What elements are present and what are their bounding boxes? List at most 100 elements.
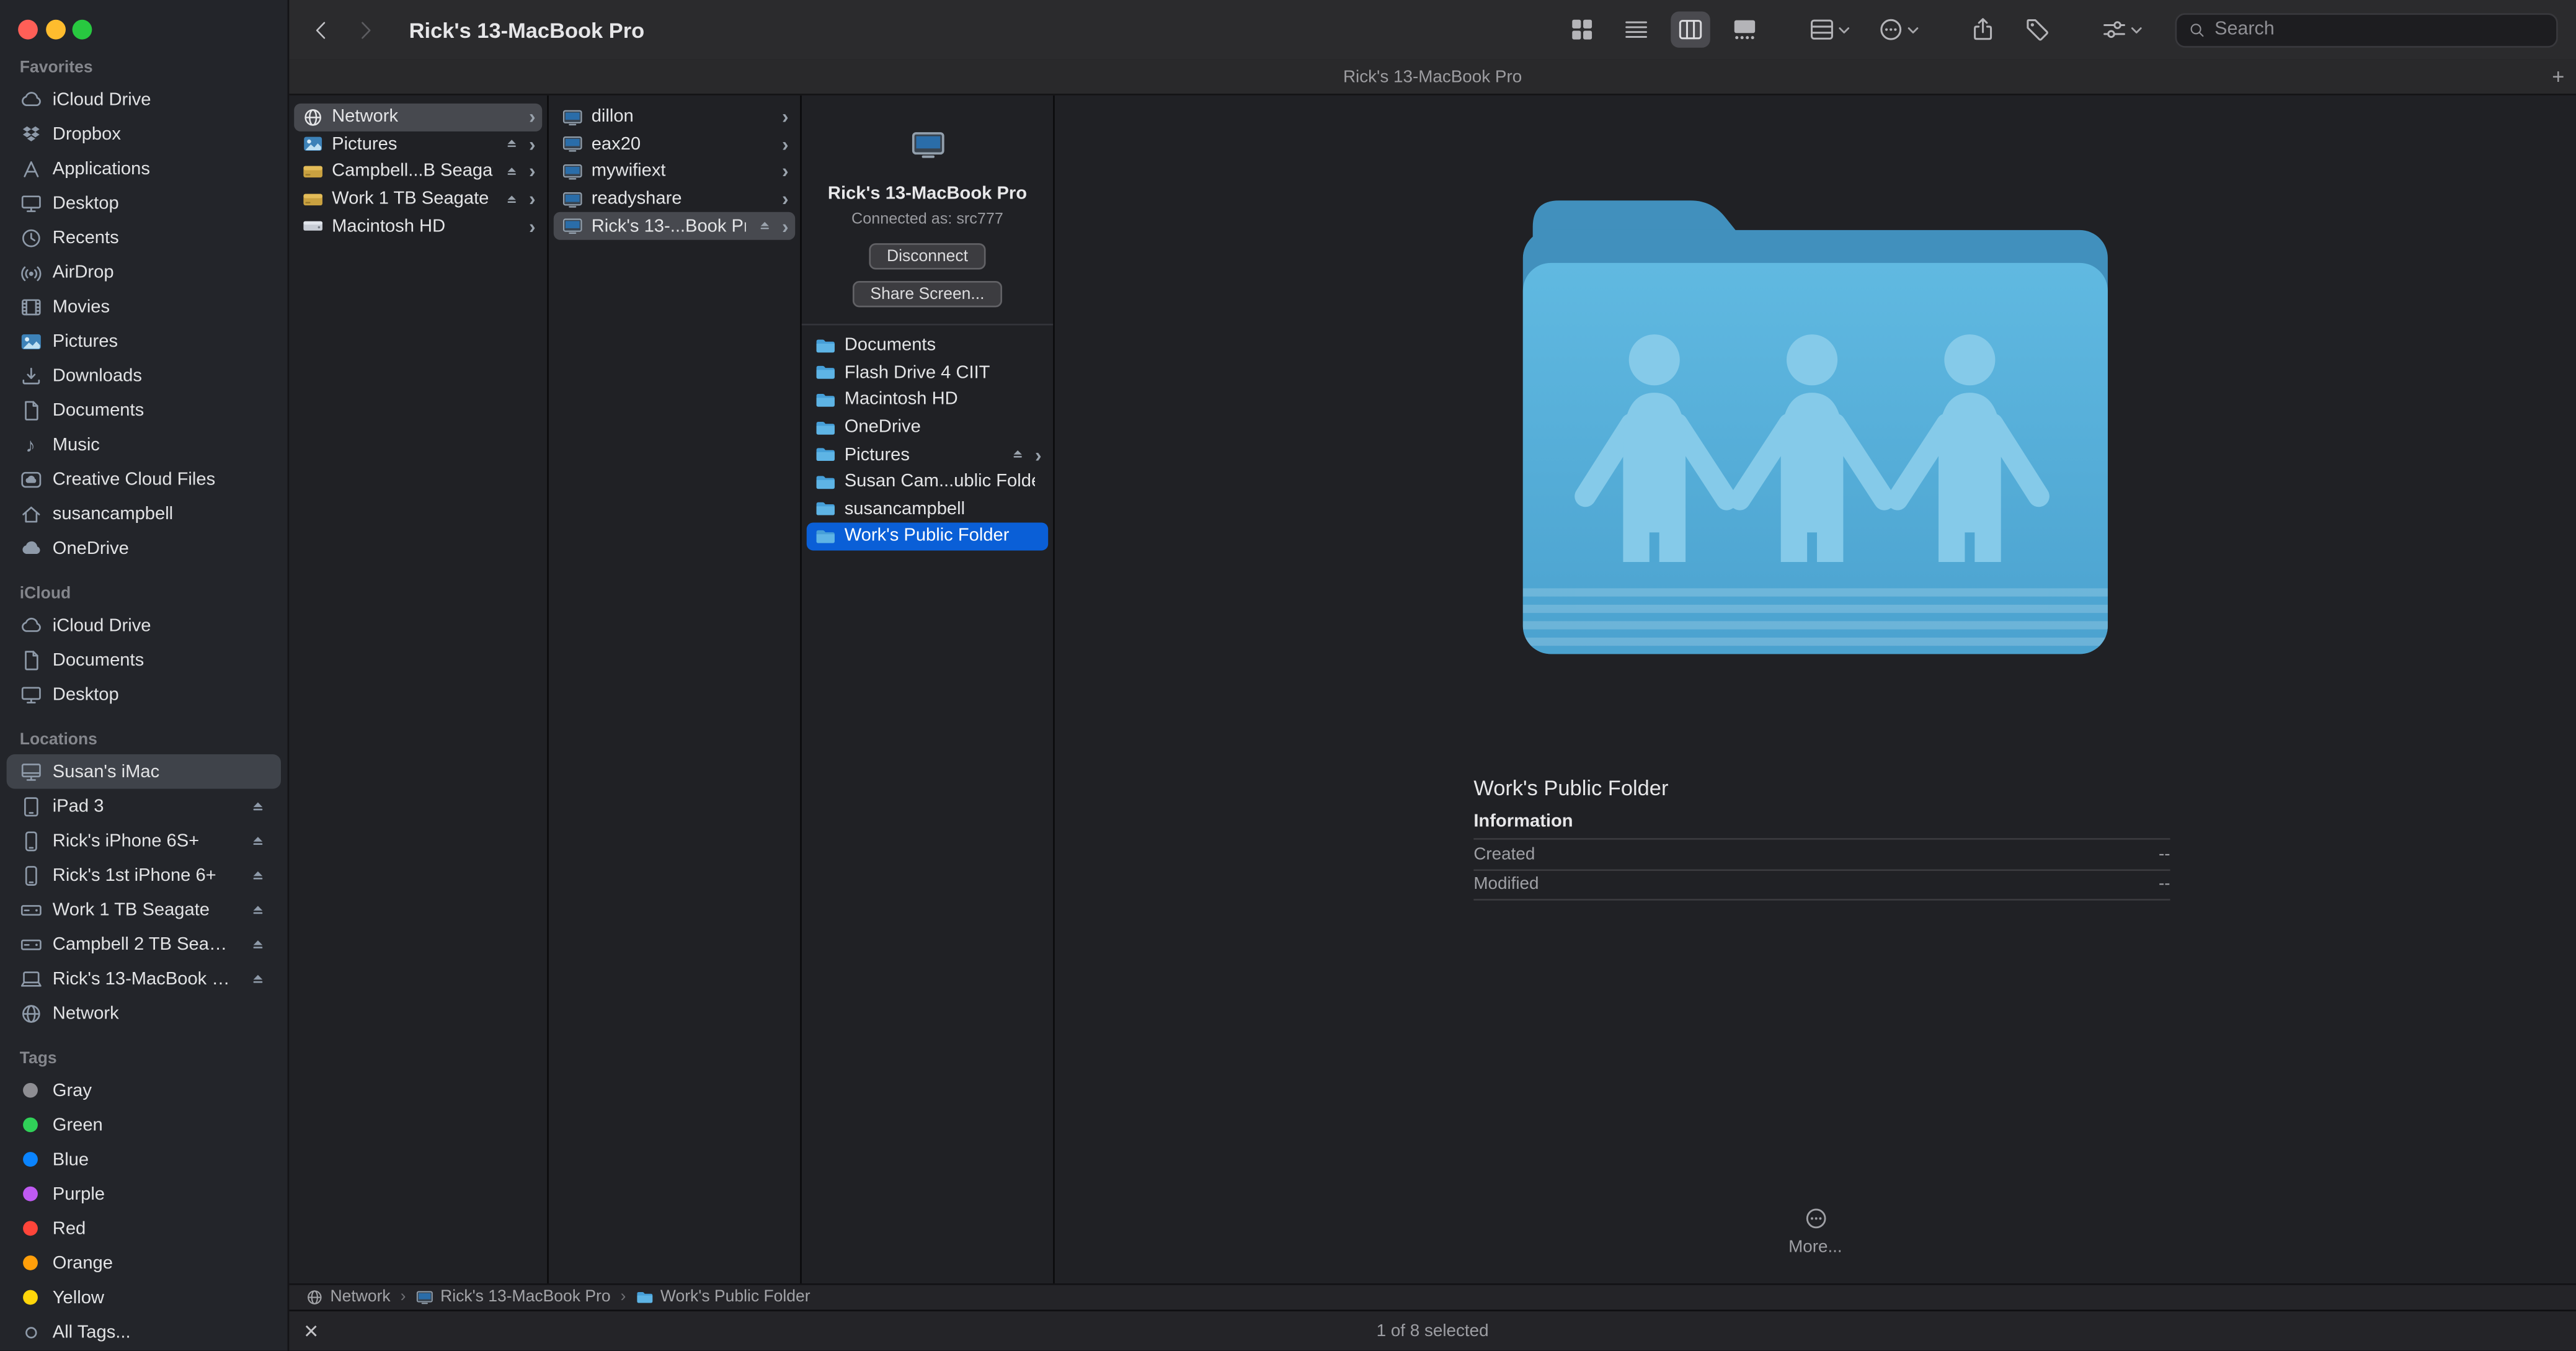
tag-button[interactable] bbox=[2017, 12, 2057, 48]
sidebar-item-label: Applications bbox=[52, 158, 150, 179]
sidebar-item-gray[interactable]: Gray bbox=[7, 1073, 281, 1108]
file-item-documents[interactable]: Documents bbox=[807, 332, 1048, 359]
sidebar-item-downloads[interactable]: Downloads bbox=[7, 359, 281, 393]
sidebar-item-red[interactable]: Red bbox=[7, 1211, 281, 1246]
document-icon bbox=[16, 648, 44, 671]
sidebar-item-rick-s-iphone-6s[interactable]: Rick's iPhone 6S+ bbox=[7, 823, 281, 858]
sidebar-item-desktop[interactable]: Desktop bbox=[7, 185, 281, 220]
file-item-eax20[interactable]: eax20 › bbox=[554, 131, 795, 158]
sidebar-item-label: Creative Cloud Files bbox=[52, 469, 216, 489]
sidebar-item-music[interactable]: ♪ Music bbox=[7, 427, 281, 462]
sidebar-item-ipad-3[interactable]: iPad 3 bbox=[7, 789, 281, 824]
sidebar-item-green[interactable]: Green bbox=[7, 1108, 281, 1143]
search-input[interactable] bbox=[2214, 19, 2545, 40]
sidebar-item-pictures[interactable]: Pictures bbox=[7, 324, 281, 359]
home-icon bbox=[16, 502, 44, 525]
cloud-icon bbox=[16, 613, 44, 636]
sidebar-item-onedrive[interactable]: OneDrive bbox=[7, 531, 281, 566]
row-accessories: › bbox=[499, 189, 536, 209]
file-item-network[interactable]: Network › bbox=[294, 103, 543, 131]
file-item-campbell-b-seagate[interactable]: Campbell...B Seagate › bbox=[294, 158, 542, 185]
row-accessories: › bbox=[782, 189, 789, 209]
sidebar-item-work-1-tb-seagate[interactable]: Work 1 TB Seagate bbox=[7, 893, 281, 927]
sidebar-item-rick-s-13-macbook-pro[interactable]: Rick's 13-MacBook Pro bbox=[7, 961, 281, 996]
sidebar-item-recents[interactable]: Recents bbox=[7, 220, 281, 255]
file-item-label: Rick's 13-...Book Pro bbox=[591, 216, 746, 236]
file-item-macintosh-hd[interactable]: Macintosh HD bbox=[807, 386, 1048, 414]
file-item-susan-cam-ublic-folder[interactable]: Susan Cam...ublic Folder bbox=[807, 468, 1048, 496]
sidebar-item-label: All Tags... bbox=[52, 1322, 131, 1342]
file-item-dillon[interactable]: dillon › bbox=[554, 104, 795, 131]
chevron-right-icon: › bbox=[782, 215, 789, 238]
sidebar-item-label: OneDrive bbox=[52, 538, 129, 558]
new-tab-button[interactable]: + bbox=[2552, 66, 2564, 87]
sidebar-item-susan-s-imac[interactable]: Susan's iMac bbox=[6, 754, 282, 789]
close-icon[interactable]: × bbox=[304, 1319, 318, 1344]
search-field[interactable] bbox=[2175, 12, 2558, 47]
file-item-pictures[interactable]: Pictures › bbox=[294, 131, 542, 158]
sidebar-item-all-tags[interactable]: All Tags... bbox=[7, 1314, 281, 1349]
close-window-button[interactable] bbox=[18, 19, 38, 40]
sidebar-item-dropbox[interactable]: Dropbox bbox=[7, 117, 281, 151]
sliders-button[interactable] bbox=[2095, 12, 2149, 48]
view-columns-button[interactable] bbox=[1671, 11, 1710, 48]
more-section[interactable]: More... bbox=[1055, 1206, 2576, 1257]
view-grid-button[interactable] bbox=[1562, 12, 1602, 48]
share-screen-button[interactable]: Share Screen... bbox=[852, 281, 1003, 308]
sidebar-item-label: Blue bbox=[52, 1149, 89, 1169]
file-item-work-1-tb-seagate[interactable]: Work 1 TB Seagate › bbox=[294, 185, 542, 213]
back-button[interactable] bbox=[311, 17, 331, 42]
file-item-mywifiext[interactable]: mywifiext › bbox=[554, 158, 795, 185]
sidebar-item-documents[interactable]: Documents bbox=[7, 643, 281, 677]
sidebar-item-icloud-drive[interactable]: iCloud Drive bbox=[7, 82, 281, 117]
sidebar-item-airdrop[interactable]: AirDrop bbox=[7, 255, 281, 290]
file-item-rick-s-13-book-pro[interactable]: Rick's 13-...Book Pro › bbox=[553, 212, 796, 240]
sidebar-item-icloud-drive[interactable]: iCloud Drive bbox=[7, 608, 281, 643]
forward-button[interactable] bbox=[357, 17, 376, 42]
sidebar-item-desktop[interactable]: Desktop bbox=[7, 677, 281, 711]
file-item-susancampbell[interactable]: susancampbell bbox=[807, 496, 1048, 523]
file-item-flash-drive-4-ciit[interactable]: Flash Drive 4 CIIT bbox=[807, 359, 1048, 386]
sidebar-item-susancampbell[interactable]: susancampbell bbox=[7, 496, 281, 531]
view-columns-icon bbox=[1677, 16, 1703, 42]
zoom-window-button[interactable] bbox=[72, 19, 92, 40]
folder-icon bbox=[813, 526, 838, 547]
tab-title[interactable]: Rick's 13-MacBook Pro bbox=[1343, 66, 1522, 86]
folder-icon bbox=[813, 471, 838, 493]
group-button[interactable] bbox=[1802, 12, 1856, 48]
more-circle-button[interactable] bbox=[1871, 12, 1925, 48]
path-segment-work-s-public-folder[interactable]: Work's Public Folder bbox=[636, 1288, 811, 1306]
path-segment-rick-s-13-macbook-pro[interactable]: Rick's 13-MacBook Pro bbox=[415, 1288, 611, 1306]
sidebar-item-blue[interactable]: Blue bbox=[7, 1142, 281, 1177]
sidebar-item-orange[interactable]: Orange bbox=[7, 1246, 281, 1280]
sidebar-item-rick-s-1st-iphone-6[interactable]: Rick's 1st iPhone 6+ bbox=[7, 858, 281, 893]
photo-icon bbox=[301, 134, 326, 155]
view-list-button[interactable] bbox=[1617, 12, 1656, 48]
sidebar-item-network[interactable]: Network bbox=[7, 996, 281, 1030]
path-segment-network[interactable]: Network bbox=[306, 1288, 391, 1306]
sidebar-item-purple[interactable]: Purple bbox=[7, 1177, 281, 1211]
sidebar-item-label: Orange bbox=[52, 1253, 113, 1273]
sidebar-item-campbell-2-tb-seagate[interactable]: Campbell 2 TB Seagate bbox=[7, 927, 281, 961]
sidebar-item-creative-cloud-files[interactable]: Creative Cloud Files bbox=[7, 461, 281, 496]
disconnect-button[interactable]: Disconnect bbox=[868, 243, 987, 270]
sidebar-item-yellow[interactable]: Yellow bbox=[7, 1280, 281, 1315]
sidebar-item-applications[interactable]: Applications bbox=[7, 151, 281, 186]
sidebar-item-label: Desktop bbox=[52, 193, 119, 213]
cloud-filled-icon bbox=[16, 537, 44, 560]
column-network-devices: dillon › eax20 › mywifiext › readyshare › Rick's… bbox=[549, 95, 802, 1284]
row-accessories: › bbox=[782, 135, 789, 154]
file-item-readyshare[interactable]: readyshare › bbox=[554, 185, 795, 213]
applications-icon bbox=[16, 157, 44, 180]
tag-color-icon bbox=[16, 1290, 44, 1305]
file-item-work-s-public-folder[interactable]: Work's Public Folder bbox=[806, 522, 1049, 550]
file-item-onedrive[interactable]: OneDrive bbox=[807, 414, 1048, 441]
sidebar-item-movies[interactable]: Movies bbox=[7, 289, 281, 324]
file-item-pictures[interactable]: Pictures › bbox=[807, 441, 1048, 468]
sidebar-item-documents[interactable]: Documents bbox=[7, 393, 281, 427]
share-button[interactable] bbox=[1963, 12, 2003, 48]
sidebar-item-label: Movies bbox=[52, 297, 110, 316]
minimize-window-button[interactable] bbox=[45, 19, 65, 40]
view-gallery-button[interactable] bbox=[1725, 12, 1765, 48]
file-item-macintosh-hd[interactable]: Macintosh HD › bbox=[294, 213, 542, 240]
